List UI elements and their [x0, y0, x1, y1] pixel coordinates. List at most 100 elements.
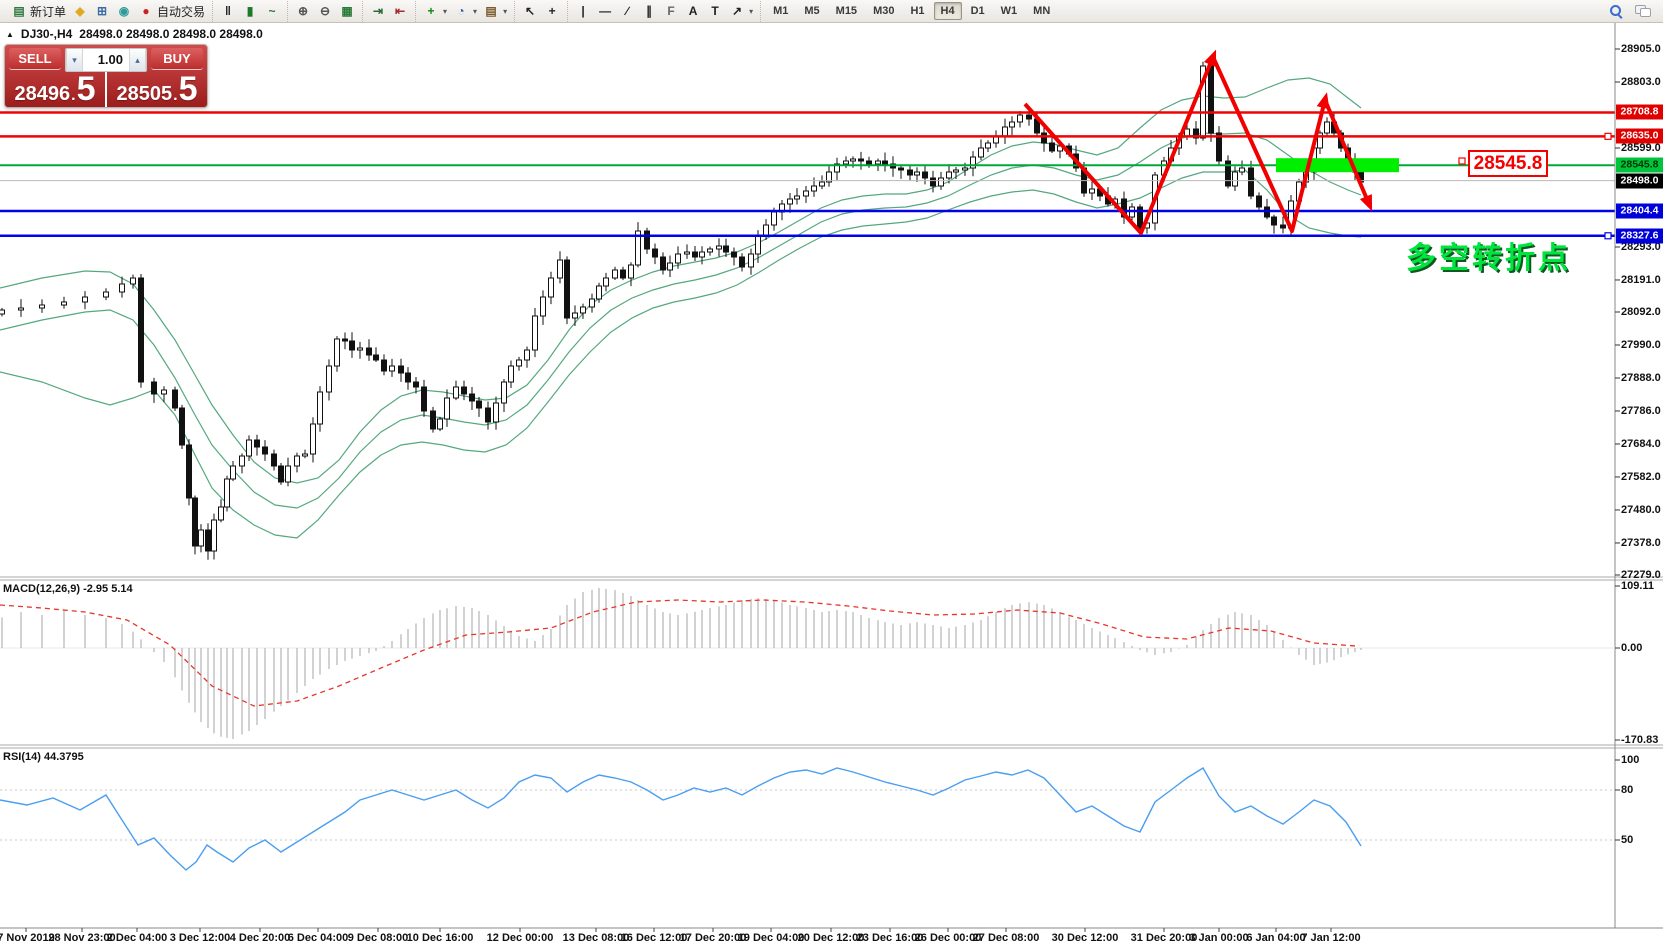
- autotrade-icon: ●: [138, 3, 154, 19]
- price-tick-label: 27378.0: [1621, 537, 1661, 549]
- chinese-annotation[interactable]: 多空转折点: [1406, 233, 1571, 277]
- text-icon: A: [685, 3, 701, 19]
- chevron-down-icon[interactable]: ▾: [473, 7, 477, 16]
- sell-price[interactable]: 28496.5: [5, 72, 105, 107]
- volume-increase-button[interactable]: ▴: [129, 49, 146, 71]
- horizontal-line-icon: —: [597, 3, 613, 19]
- time-axis-label: 19 Dec 04:00: [738, 932, 805, 944]
- auto-scroll-button[interactable]: ⇥: [367, 2, 389, 21]
- search-icon[interactable]: [1610, 5, 1623, 18]
- chevron-down-icon[interactable]: ▾: [749, 7, 753, 16]
- text-label-button[interactable]: T: [704, 2, 726, 21]
- indicators-button[interactable]: +▾: [420, 2, 450, 21]
- time-axis-label: 13 Dec 08:00: [563, 932, 630, 944]
- arrows-icon: ↗: [729, 3, 745, 19]
- price-level-flag: 28327.6: [1616, 228, 1663, 243]
- tile-windows-button[interactable]: ▦: [336, 2, 358, 21]
- chart-shift-button[interactable]: ⇤: [389, 2, 411, 21]
- chart-canvas[interactable]: [0, 0, 1663, 947]
- timeframe-mn-button[interactable]: MN: [1026, 2, 1057, 20]
- timeframe-h1-button[interactable]: H1: [903, 2, 931, 20]
- rsi-indicator-label: RSI(14) 44.3795: [3, 751, 84, 763]
- window-plus-icon: ⊞: [94, 3, 110, 19]
- chevron-down-icon[interactable]: ▾: [443, 7, 447, 16]
- time-axis-label: 3 Dec 12:00: [170, 932, 231, 944]
- arrows-button[interactable]: ↗▾: [726, 2, 756, 21]
- trendline-icon: ∕: [619, 3, 635, 19]
- price-annotation-box[interactable]: 28545.8: [1468, 150, 1548, 177]
- vertical-line-button[interactable]: |: [572, 2, 594, 21]
- price-tick-label: 27684.0: [1621, 438, 1661, 450]
- time-axis-label: 9 Dec 08:00: [348, 932, 409, 944]
- timeframe-m5-button[interactable]: M5: [797, 2, 826, 20]
- chat-icon[interactable]: [1635, 5, 1651, 17]
- time-axis-label: 6 Jan 04:00: [1246, 932, 1305, 944]
- zoom-in-button[interactable]: ⊕: [292, 2, 314, 21]
- timeframe-h4-button[interactable]: H4: [934, 2, 962, 20]
- time-axis-label: 26 Dec 00:00: [915, 932, 982, 944]
- trendline-button[interactable]: ∕: [616, 2, 638, 21]
- price-level-flag: 28708.8: [1616, 105, 1663, 120]
- time-axis-label: 20 Dec 12:00: [798, 932, 865, 944]
- new-order-button[interactable]: ▤新订单: [8, 2, 69, 21]
- signal-icon: ◉: [116, 3, 132, 19]
- time-axis-label: 31 Dec 20:00: [1131, 932, 1198, 944]
- bars-chart-button[interactable]: ‖: [217, 2, 239, 21]
- clock-icon: ◔: [453, 3, 469, 19]
- timeframe-m15-button[interactable]: M15: [829, 2, 864, 20]
- auto-scroll-icon: ⇥: [370, 3, 386, 19]
- signals-button[interactable]: ◉: [113, 2, 135, 21]
- new-order-button-label: 新订单: [30, 3, 66, 20]
- volume-decrease-button[interactable]: ▾: [66, 49, 83, 71]
- toolbar: ▤新订单◆⊞◉●自动交易‖▮~⊕⊖▦⇥⇤+▾◔▾▤▾↖+|—∕∥FAT↗▾M1M…: [0, 0, 1663, 23]
- buy-price[interactable]: 28505.5: [107, 72, 207, 107]
- macd-axis-label: 0.00: [1621, 642, 1642, 654]
- bars-chart-icon: ‖: [220, 3, 236, 19]
- macd-axis-label: -170.83: [1621, 734, 1658, 746]
- tile-windows-icon: ▦: [339, 3, 355, 19]
- volume-spinner[interactable]: ▾ 1.00 ▴: [65, 48, 147, 72]
- time-axis-label: 6 Dec 04:00: [288, 932, 349, 944]
- timeframe-w1-button[interactable]: W1: [994, 2, 1025, 20]
- volume-value[interactable]: 1.00: [83, 49, 129, 71]
- time-axis-label: 27 Dec 08:00: [973, 932, 1040, 944]
- fibonacci-icon: F: [663, 3, 679, 19]
- mql5-market-button[interactable]: ◆: [69, 2, 91, 21]
- macd-indicator-label: MACD(12,26,9) -2.95 5.14: [3, 583, 133, 595]
- periods-button[interactable]: ◔▾: [450, 2, 480, 21]
- chevron-down-icon[interactable]: ▾: [503, 7, 507, 16]
- text-button[interactable]: A: [682, 2, 704, 21]
- time-axis-label: 17 Dec 20:00: [680, 932, 747, 944]
- collapse-triangle-icon[interactable]: ▲: [6, 30, 14, 39]
- horizontal-line-button[interactable]: —: [594, 2, 616, 21]
- rsi-axis-label: 50: [1621, 834, 1633, 846]
- price-level-flag: 28498.0: [1616, 173, 1663, 188]
- templates-button[interactable]: ▤▾: [480, 2, 510, 21]
- zigzag-arrowhead: [1317, 92, 1330, 109]
- timeframe-m1-button[interactable]: M1: [766, 2, 795, 20]
- chart-symbol-period: DJ30-,H4: [21, 27, 72, 41]
- line-chart-icon: ~: [264, 3, 280, 19]
- time-axis-label: 7 Nov 2019: [0, 932, 55, 944]
- time-axis-label: 7 Jan 12:00: [1301, 932, 1360, 944]
- chart-shift-icon: ⇤: [392, 3, 408, 19]
- zoom-in-icon: ⊕: [295, 3, 311, 19]
- line-chart-button[interactable]: ~: [261, 2, 283, 21]
- time-axis-label: 28 Nov 23:00: [48, 932, 115, 944]
- price-tick-label: 28803.0: [1621, 76, 1661, 88]
- cursor-icon: ↖: [522, 3, 538, 19]
- auto-trading-button[interactable]: ●自动交易: [135, 2, 208, 21]
- crosshair-button[interactable]: +: [541, 2, 563, 21]
- price-level-flag: 28545.8: [1616, 158, 1663, 173]
- candles-chart-button[interactable]: ▮: [239, 2, 261, 21]
- zoom-out-button[interactable]: ⊖: [314, 2, 336, 21]
- timeframe-m30-button[interactable]: M30: [866, 2, 901, 20]
- fibonacci-button[interactable]: F: [660, 2, 682, 21]
- buy-button[interactable]: BUY: [151, 48, 203, 70]
- timeframe-d1-button[interactable]: D1: [964, 2, 992, 20]
- sell-button[interactable]: SELL: [9, 48, 61, 70]
- cursor-button[interactable]: ↖: [519, 2, 541, 21]
- green-highlight-bar: [1276, 158, 1399, 172]
- channel-button[interactable]: ∥: [638, 2, 660, 21]
- open-chart-button[interactable]: ⊞: [91, 2, 113, 21]
